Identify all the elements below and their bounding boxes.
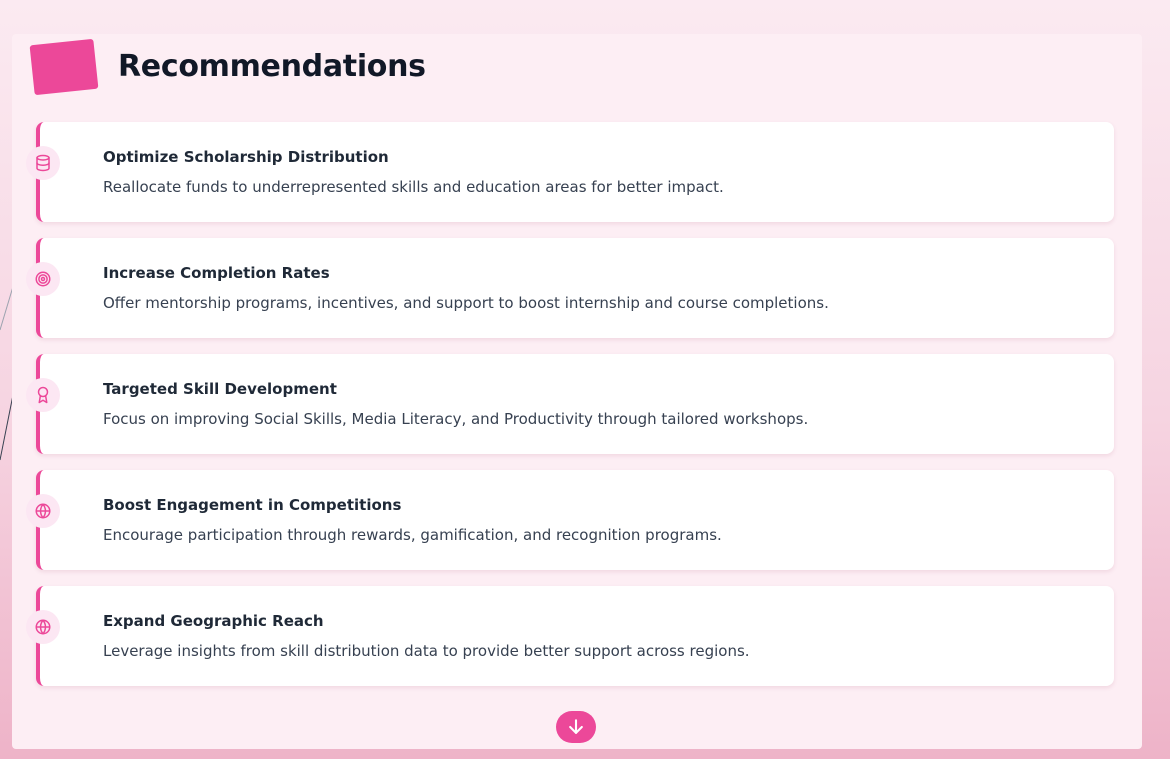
header-accent-square [29, 38, 99, 96]
award-icon [26, 378, 60, 412]
globe-icon [26, 494, 60, 528]
globe-icon [26, 610, 60, 644]
recommendation-title: Expand Geographic Reach [103, 612, 324, 630]
scroll-down-button[interactable] [556, 711, 596, 743]
recommendation-description: Focus on improving Social Skills, Media … [103, 410, 809, 428]
recommendation-card: Increase Completion Rates Offer mentorsh… [26, 238, 1114, 338]
recommendation-card: Expand Geographic Reach Leverage insight… [26, 586, 1114, 686]
recommendation-title: Boost Engagement in Competitions [103, 496, 402, 514]
recommendation-description: Reallocate funds to underrepresented ski… [103, 178, 724, 196]
recommendation-card: Targeted Skill Development Focus on impr… [26, 354, 1114, 454]
recommendation-title: Optimize Scholarship Distribution [103, 148, 389, 166]
recommendation-title: Increase Completion Rates [103, 264, 330, 282]
recommendation-card: Optimize Scholarship Distribution Reallo… [26, 122, 1114, 222]
recommendation-description: Offer mentorship programs, incentives, a… [103, 294, 829, 312]
section-title: Recommendations [118, 48, 426, 84]
recommendation-list: Optimize Scholarship Distribution Reallo… [26, 122, 1114, 702]
arrow-down-icon [569, 719, 583, 734]
section-header: Recommendations [29, 38, 426, 96]
recommendation-title: Targeted Skill Development [103, 380, 337, 398]
target-icon [26, 262, 60, 296]
recommendation-description: Encourage participation through rewards,… [103, 526, 722, 544]
recommendation-description: Leverage insights from skill distributio… [103, 642, 750, 660]
recommendation-card: Boost Engagement in Competitions Encoura… [26, 470, 1114, 570]
database-icon [26, 146, 60, 180]
recommendations-panel: Recommendations Optimize Scholarship Dis… [12, 34, 1142, 749]
